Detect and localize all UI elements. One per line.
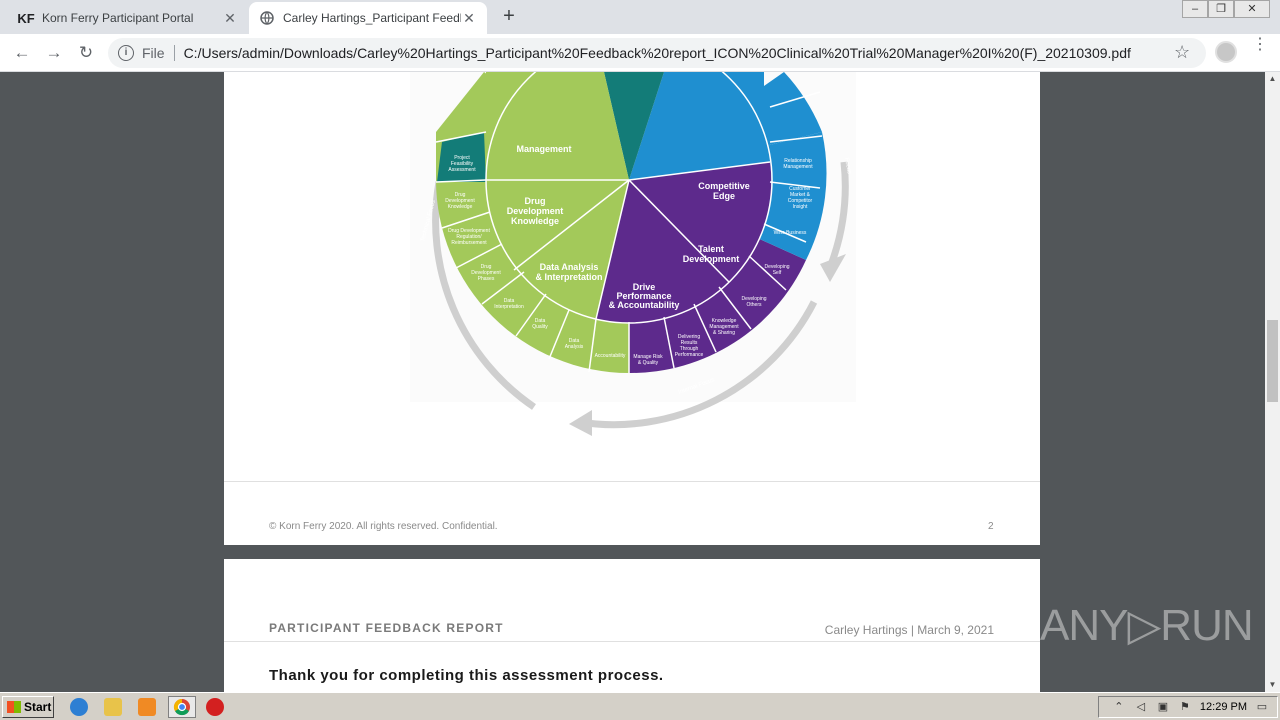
folder-icon[interactable]: [104, 698, 122, 716]
report-title: PARTICIPANT FEEDBACK REPORT: [269, 621, 504, 635]
scroll-down-icon[interactable]: ▼: [1265, 678, 1280, 692]
forward-icon[interactable]: →: [42, 41, 66, 65]
pdf-page-2: Management Drug Development Knowledge Da…: [224, 72, 1040, 545]
wheel-label: Competitive: [698, 181, 750, 191]
wheel-label: Development: [507, 206, 564, 216]
korn-ferry-icon: KF: [17, 10, 35, 26]
bookmark-star-icon[interactable]: ☆: [1174, 42, 1190, 63]
tab-title: Carley Hartings_Participant Feedbac: [283, 11, 461, 25]
reload-icon[interactable]: ↻: [74, 41, 98, 65]
start-button[interactable]: Start: [2, 696, 54, 718]
wheel-label: Drug: [525, 196, 546, 206]
stop-icon[interactable]: [206, 698, 224, 716]
report-meta: Carley Hartings | March 9, 2021: [824, 623, 994, 637]
svg-text:Assessment: Assessment: [448, 167, 476, 173]
tab-participant-feedback[interactable]: Carley Hartings_Participant Feedbac ✕: [249, 2, 487, 34]
svg-text:Reimbursement: Reimbursement: [451, 240, 487, 246]
wheel-label: Data Analysis: [540, 262, 599, 272]
windows-logo-icon: [7, 701, 21, 713]
minimize-button[interactable]: –: [1182, 0, 1208, 18]
wheel-label: Edge: [713, 191, 735, 201]
anyrun-watermark: ANY▷RUN: [1040, 601, 1254, 650]
close-icon[interactable]: ✕: [222, 10, 238, 27]
windows-taskbar: Start ⌃ ◁ ▣ ⚑ 12:29 PM ▭: [0, 692, 1280, 720]
close-icon[interactable]: ✕: [461, 10, 477, 27]
divider: [173, 45, 175, 61]
browser-toolbar: ← → ↻ i File C:/Users/admin/Downloads/Ca…: [0, 34, 1280, 72]
globe-icon: [259, 10, 275, 26]
svg-text:Others: Others: [746, 302, 762, 308]
flag-icon[interactable]: ⚑: [1178, 700, 1192, 714]
info-icon[interactable]: i: [118, 45, 134, 61]
copyright-text: © Korn Ferry 2020. All rights reserved. …: [269, 521, 498, 532]
svg-text:Analysis: Analysis: [565, 344, 584, 350]
footer-divider: [224, 481, 1040, 482]
scroll-thumb[interactable]: [1267, 320, 1278, 402]
wheel-label: Development: [683, 254, 740, 264]
chrome-taskbar-button[interactable]: [168, 696, 196, 718]
system-tray: ⌃ ◁ ▣ ⚑ 12:29 PM ▭: [1098, 696, 1278, 718]
close-window-button[interactable]: ✕: [1234, 0, 1270, 18]
tab-korn-ferry-portal[interactable]: KF Korn Ferry Participant Portal ✕: [8, 2, 248, 34]
kebab-menu-icon[interactable]: ⋮: [1252, 37, 1268, 53]
tab-title: Korn Ferry Participant Portal: [42, 11, 194, 25]
pdf-viewer[interactable]: Management Drug Development Knowledge Da…: [0, 72, 1280, 692]
restore-button[interactable]: ❐: [1208, 0, 1234, 18]
tab-strip: KF Korn Ferry Participant Portal ✕ Carle…: [0, 0, 1280, 34]
wheel-label: & Accountability: [609, 300, 680, 310]
profile-avatar-icon[interactable]: [1215, 41, 1237, 63]
svg-text:Knowledge: Knowledge: [448, 204, 473, 210]
wheel-label: & Interpretation: [535, 272, 602, 282]
svg-text:Interpretation: Interpretation: [494, 304, 524, 310]
media-player-icon[interactable]: [138, 698, 156, 716]
wheel-label: Knowledge: [511, 216, 559, 226]
page-heading: Thank you for completing this assessment…: [269, 667, 664, 684]
address-bar[interactable]: i File C:/Users/admin/Downloads/Carley%2…: [108, 38, 1206, 68]
svg-text:Accountability: Accountability: [595, 353, 626, 359]
wheel-label: Management: [516, 144, 571, 154]
page-number: 2: [988, 521, 994, 532]
internet-explorer-icon[interactable]: [70, 698, 88, 716]
competency-wheel: Management Drug Development Knowledge Da…: [410, 72, 856, 436]
pdf-page-3: PARTICIPANT FEEDBACK REPORT Carley Harti…: [224, 559, 1040, 692]
clock[interactable]: 12:29 PM: [1200, 701, 1247, 713]
svg-text:& Sharing: & Sharing: [713, 330, 735, 336]
svg-text:& Quality: & Quality: [638, 360, 659, 366]
url-text[interactable]: C:/Users/admin/Downloads/Carley%20Hartin…: [184, 45, 1174, 61]
chevron-up-icon[interactable]: ⌃: [1112, 700, 1126, 714]
svg-text:Management: Management: [783, 164, 813, 170]
show-desktop-icon[interactable]: ▭: [1255, 700, 1269, 714]
svg-text:Phases: Phases: [478, 276, 495, 282]
svg-text:Wins Business: Wins Business: [774, 230, 807, 236]
svg-text:Self: Self: [773, 270, 782, 276]
header-divider: [224, 641, 1040, 642]
vertical-scrollbar[interactable]: ▲ ▼: [1265, 72, 1280, 692]
scheme-label: File: [142, 45, 165, 61]
network-icon[interactable]: ▣: [1156, 700, 1170, 714]
new-tab-button[interactable]: +: [498, 6, 520, 28]
back-icon[interactable]: ←: [10, 41, 34, 65]
scroll-up-icon[interactable]: ▲: [1265, 72, 1280, 86]
speaker-icon[interactable]: ◁: [1134, 700, 1148, 714]
svg-text:Quality: Quality: [532, 324, 548, 330]
svg-text:Insight: Insight: [793, 204, 808, 210]
wheel-label: Talent: [698, 244, 724, 254]
svg-text:Performance: Performance: [675, 352, 704, 358]
start-label: Start: [24, 700, 52, 714]
